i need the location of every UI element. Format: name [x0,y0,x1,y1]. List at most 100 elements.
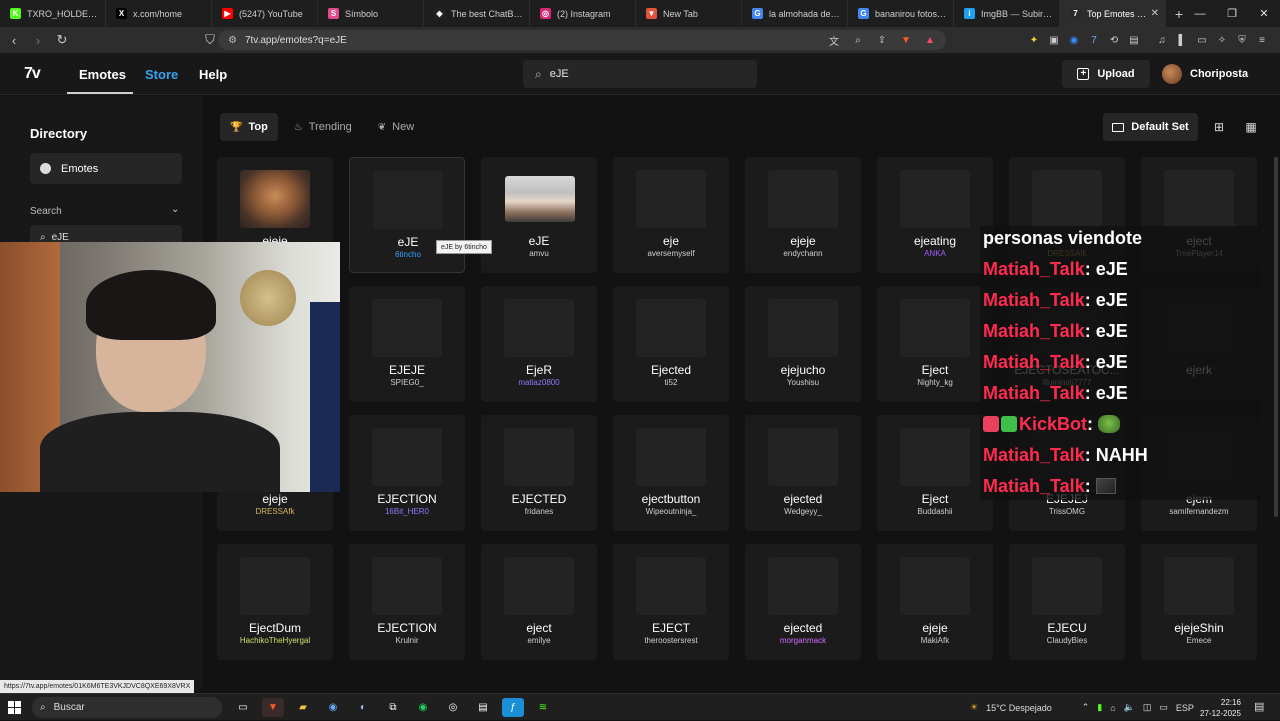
sidebar-toggle-icon[interactable]: ▌ [1174,32,1190,48]
extension-icon[interactable]: ▤ [1126,32,1142,48]
emote-card[interactable]: ejected morganmack [745,544,861,660]
filter-trending[interactable]: ♨ Trending [284,113,362,141]
maximize-icon[interactable]: ❐ [1216,0,1248,27]
windows-start-icon[interactable] [8,701,21,714]
extension-icon[interactable]: 7 [1086,32,1102,48]
emote-card[interactable]: EJECTION Krulnir [349,544,465,660]
chevron-down-icon[interactable]: ⌄ [171,204,179,215]
emote-card[interactable]: Eject Buddashii [877,415,993,531]
weather-text[interactable]: 15°C Despejado [986,703,1052,713]
task-view-icon[interactable]: ▭ [232,698,254,717]
minimize-icon[interactable]: — [1184,0,1216,27]
site-settings-icon[interactable]: ⚙ [228,35,237,46]
clock[interactable]: 22:16 27-12-2025 [1200,697,1241,719]
browser-tab[interactable]: Gla almohada de sill [742,0,848,27]
share-icon[interactable]: ⇪ [874,32,890,48]
file-explorer-icon[interactable]: ▰ [292,698,314,717]
language-indicator[interactable]: ESP [1176,703,1194,713]
filter-top[interactable]: 🏆 Top [220,113,278,141]
tray-icon[interactable]: ◫ [1143,702,1152,713]
browser-tab[interactable]: 7 Top Emotes - 7 ✕ [1060,0,1166,27]
zoom-icon[interactable]: ⌕ [850,32,866,48]
user-menu[interactable]: Choriposta [1162,64,1248,84]
browser-tab[interactable]: ◆ The best ChatBot ai [424,0,530,27]
emote-card[interactable]: ejeje MakiAfk [877,544,993,660]
emote-card[interactable]: EjectDum HachikoTheHyergal [217,544,333,660]
back-icon[interactable]: ‹ [4,30,24,50]
tray-chevron-icon[interactable]: ⌃ [1082,702,1090,713]
default-set-button[interactable]: Default Set [1103,113,1198,141]
extension-icon[interactable]: ⟲ [1106,32,1122,48]
emote-card[interactable]: eJE 6tincho [349,157,465,273]
emote-card[interactable]: eject emilye [481,544,597,660]
steam-icon[interactable]: ◐ [352,698,374,717]
nav-help[interactable]: Help [199,67,227,82]
taskbar-search[interactable]: ⌕ Buscar [32,697,222,718]
brave-rewards-icon[interactable]: ▲ [922,32,938,48]
spotify-icon[interactable]: ◉ [412,698,434,717]
browser-tab[interactable]: ▶ (5247) YouTube [212,0,318,27]
brave-icon[interactable]: ▼ [262,698,284,717]
7tv-logo[interactable]: 7v [24,65,41,83]
emote-card[interactable]: EJEJE SPIEG0_ [349,286,465,402]
emote-card[interactable]: EjeR matiaz0800 [481,286,597,402]
emote-card[interactable]: EJECT theroostersrest [613,544,729,660]
browser-tab[interactable]: i ImgBB — Subir Ima [954,0,1060,27]
browser-tab[interactable]: ◎ (2) Instagram [530,0,636,27]
extension-icon[interactable]: ✦ [1026,32,1042,48]
grid-large-icon[interactable]: ⊞ [1209,117,1229,137]
emote-card[interactable]: ejejeShin Emece [1141,544,1257,660]
browser-tab[interactable]: ▼ New Tab [636,0,742,27]
volume-icon[interactable]: 🔈 [1124,702,1135,713]
battery-icon[interactable]: ▭ [1159,702,1168,713]
extension-icon[interactable]: ▣ [1046,32,1062,48]
sidebar-item-emotes[interactable]: Emotes [30,153,182,184]
emote-card[interactable]: EJECU ClaudyBies [1009,544,1125,660]
emote-card[interactable]: Ejected ti52 [613,286,729,402]
leo-icon[interactable]: ✧ [1214,32,1230,48]
app-icon[interactable]: ƒ [502,698,524,717]
nav-store[interactable]: Store [145,67,178,82]
menu-icon[interactable]: ≡ [1254,32,1270,48]
emote-card[interactable]: ejeje endychann [745,157,861,273]
emote-card[interactable]: EJECTED fridanes [481,415,597,531]
reload-icon[interactable]: ↻ [52,30,72,50]
filter-new[interactable]: ❦ New [368,113,424,141]
capcut-icon[interactable]: ⧉ [382,698,404,717]
emote-card[interactable]: eje aversemyself [613,157,729,273]
upload-button[interactable]: + Upload [1062,60,1150,88]
media-icon[interactable]: ♫ [1154,32,1170,48]
brave-shield-icon[interactable]: ▼ [898,32,914,48]
search-input[interactable]: ⌕ eJE [523,60,757,88]
emote-card[interactable]: eJE amvu [481,157,597,273]
obs-icon[interactable]: ◎ [442,698,464,717]
emote-card[interactable]: ejeating ANKA [877,157,993,273]
bookmark-icon[interactable]: ⛉ [200,30,220,50]
notifications-icon[interactable]: ▤ [1254,700,1264,713]
browser-tab[interactable]: S Símbolo [318,0,424,27]
grid-small-icon[interactable]: ▦ [1241,117,1261,137]
close-window-icon[interactable]: ✕ [1248,0,1280,27]
emote-card[interactable]: ejejucho Youshisu [745,286,861,402]
nav-emotes[interactable]: Emotes [79,67,126,82]
wallet-icon[interactable]: ▭ [1194,32,1210,48]
status-url: https://7tv.app/emotes/01K6M6TE3VKJDVC8Q… [0,680,195,693]
chrome-icon[interactable]: ◉ [322,698,344,717]
app-icon[interactable]: ▤ [472,698,494,717]
close-tab-icon[interactable]: ✕ [1151,8,1159,19]
vpn-icon[interactable]: ⛨ [1234,32,1250,48]
emote-card[interactable]: Eject Nighty_kg [877,286,993,402]
tray-app-icon[interactable]: ▮ [1097,702,1102,713]
emote-card[interactable]: ejectbutton Wipeoutninja_ [613,415,729,531]
network-icon[interactable]: ⌂ [1110,703,1115,713]
browser-tab[interactable]: K TXRO_HOLDEO Stre [0,0,106,27]
emote-card[interactable]: EJECTION 16Bit_HER0 [349,415,465,531]
browser-tab[interactable]: Xx.com/home [106,0,212,27]
extension-icon[interactable]: ◉ [1066,32,1082,48]
forward-icon[interactable]: › [28,30,48,50]
emote-card[interactable]: ejected Wedgeyy_ [745,415,861,531]
translate-icon[interactable]: 文 [826,32,842,48]
browser-tab[interactable]: Gbananirou fotos - B [848,0,954,27]
scrollbar[interactable] [1274,157,1278,517]
app-icon[interactable]: ≋ [532,698,554,717]
